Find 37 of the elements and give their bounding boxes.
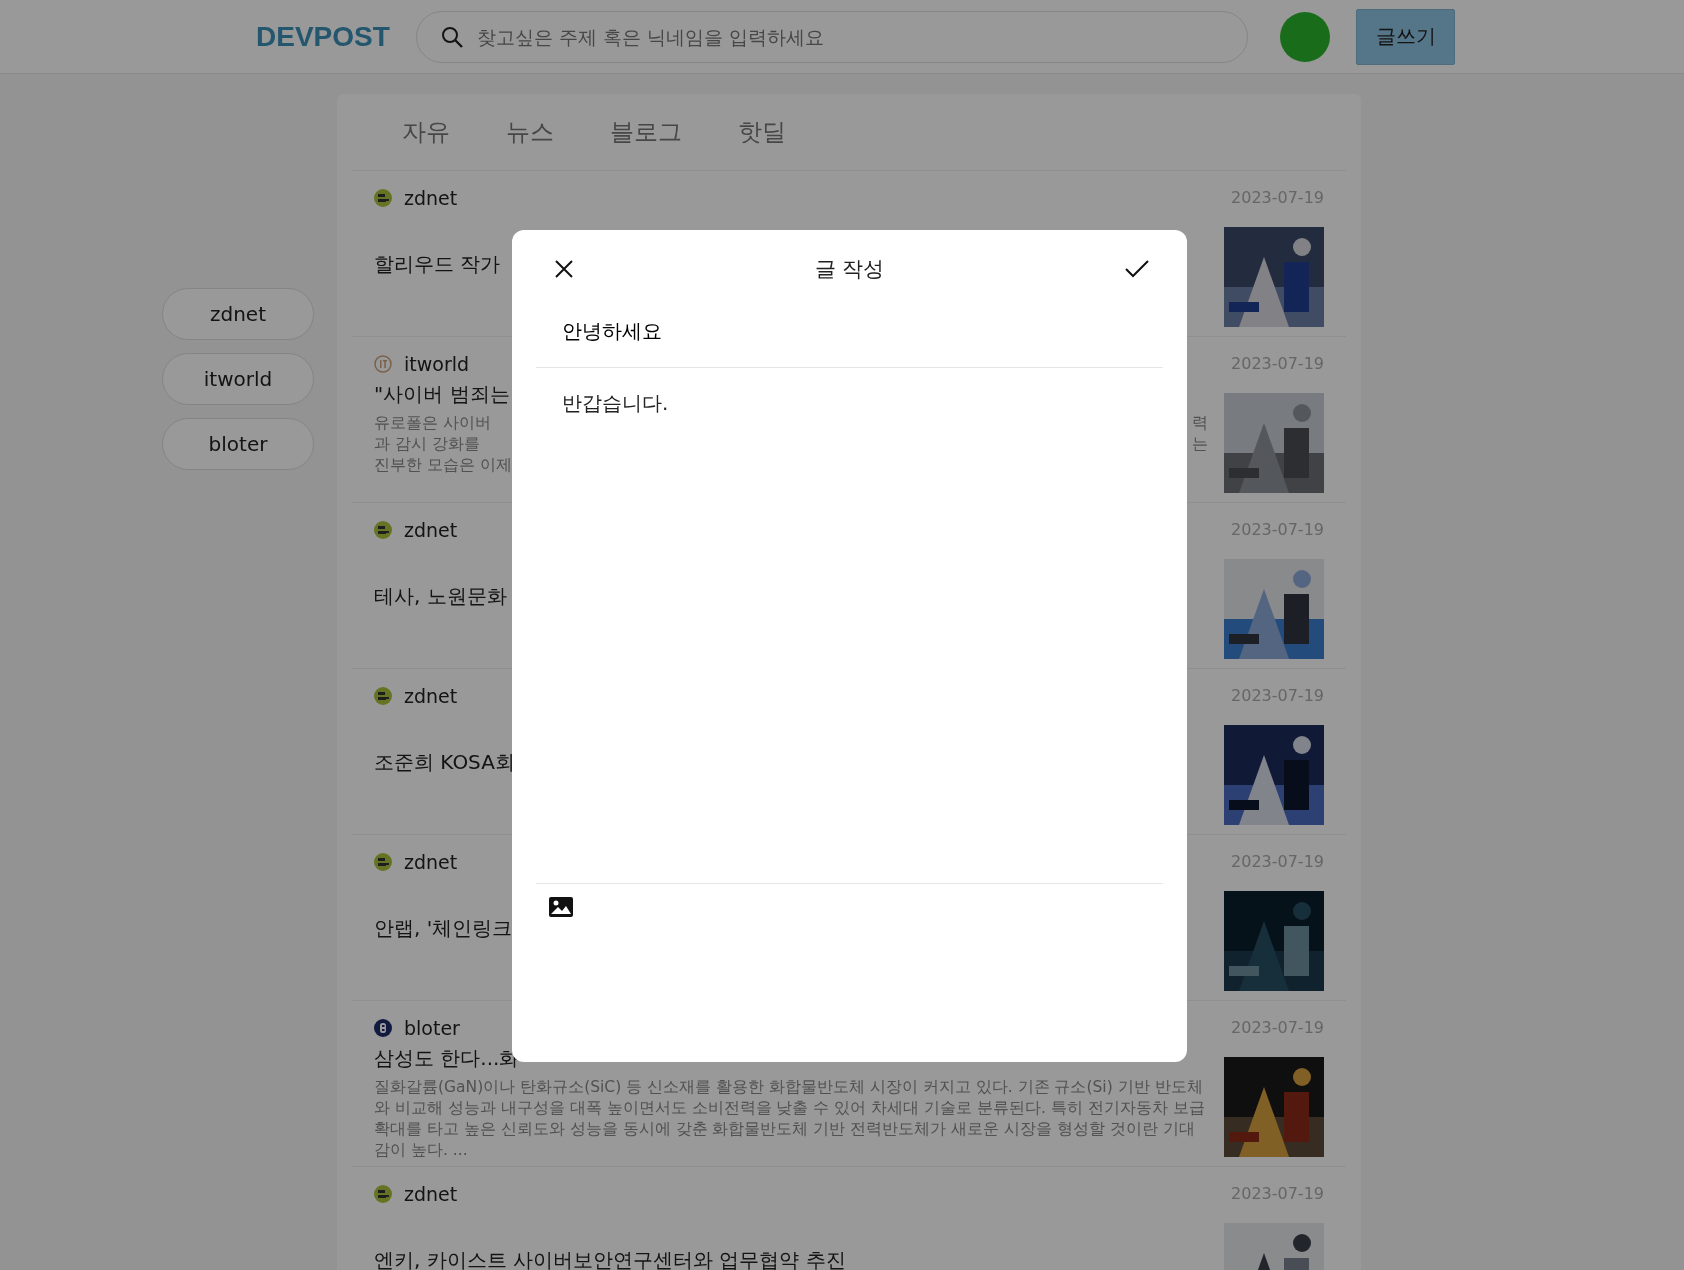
- source-name: zdnet: [404, 1183, 458, 1205]
- search-field[interactable]: 찾고싶은 주제 혹은 닉네임을 입력하세요: [416, 10, 1248, 63]
- close-button[interactable]: [554, 259, 574, 279]
- search-icon: [441, 25, 463, 48]
- source-name: bloter: [404, 1017, 460, 1039]
- check-icon: [1125, 259, 1149, 279]
- close-icon: [554, 259, 574, 279]
- post-summary: 유로폴은 사이버 과 감시 강화를 진부한 모습은 이제: [374, 413, 512, 476]
- post-title[interactable]: 엔키, 카이스트 사이버보안연구센터와 업무협약 추진: [374, 1247, 1208, 1270]
- source-name: zdnet: [404, 685, 458, 707]
- source-logo-icon: [374, 521, 392, 539]
- write-button[interactable]: 글쓰기: [1356, 8, 1455, 65]
- source-name: zdnet: [404, 187, 458, 209]
- source-filter-button[interactable]: zdnet: [162, 288, 314, 340]
- source-logo-icon: [374, 355, 392, 373]
- content-field[interactable]: 반갑습니다.: [536, 368, 1163, 884]
- source-logo-icon: [374, 1185, 392, 1203]
- image-upload-button[interactable]: [548, 896, 574, 918]
- image-icon: [548, 896, 574, 918]
- source-logo-icon: [374, 687, 392, 705]
- source-logo-icon: [374, 189, 392, 207]
- source-logo-icon: [374, 853, 392, 871]
- source-filter-button[interactable]: itworld: [162, 353, 314, 405]
- category-tab[interactable]: 핫딜: [738, 116, 786, 148]
- submit-button[interactable]: [1125, 259, 1149, 279]
- category-tab[interactable]: 자유: [402, 116, 450, 148]
- post-summary: 질화갈륨(GaN)이나 탄화규소(SiC) 등 신소재를 활용한 화합물반도체 시장이 커지고 있다. 기존 규소(Si) 기반 반도체와 비교해 성능과 내구성을 대폭 높이면서도 소비전력을 낮출 수 있어 차세대 기술로 분류된다. 특히 전기자동차 보급 확대를 타고 높은 신뢰도와 성능을 동시에 갖춘 화합물반도체 기반 전력반도체가 새로운 시장을 형성할 것이란 기대감이 높다. ...: [374, 1077, 1206, 1161]
- source-name: itworld: [404, 353, 470, 375]
- search-input[interactable]: 찾고싶은 주제 혹은 닉네임을 입력하세요: [475, 24, 1247, 49]
- dialog-title: 글 작성: [814, 256, 885, 283]
- post-summary: 력 는: [1192, 413, 1208, 455]
- category-tab[interactable]: 뉴스: [506, 116, 554, 148]
- category-tab[interactable]: 블로그: [610, 116, 682, 148]
- source-logo-icon: [374, 1019, 392, 1037]
- source-name: zdnet: [404, 851, 458, 873]
- source-filter-button[interactable]: bloter: [162, 418, 314, 470]
- source-name: zdnet: [404, 519, 458, 541]
